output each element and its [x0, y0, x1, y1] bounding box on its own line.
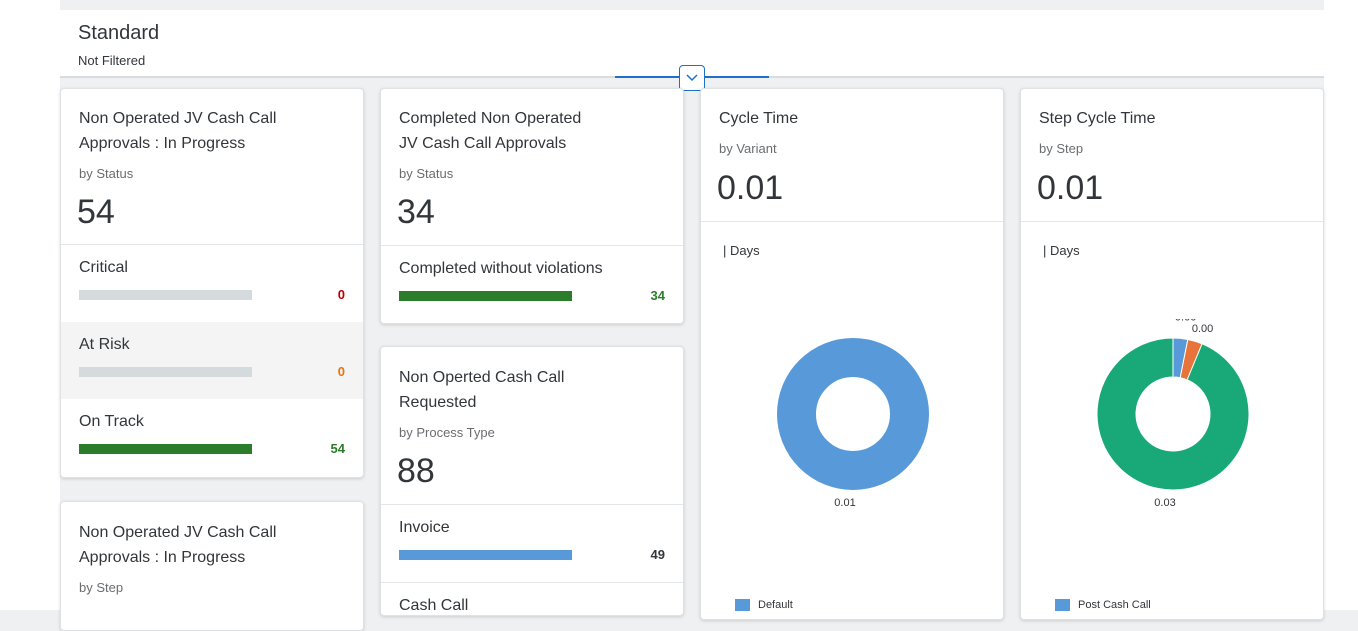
progress-track [399, 550, 572, 560]
card-subtitle: by Step [1039, 141, 1084, 156]
card-title-line-1: Non Operted Cash Call [399, 369, 565, 386]
card-title-line-2: Requested [399, 394, 477, 411]
card-subtitle: by Status [399, 166, 454, 181]
row-label: Invoice [399, 519, 450, 536]
collapse-line-left [615, 76, 679, 78]
row-label: Critical [79, 259, 128, 276]
card-title-line-2: Approvals : In Progress [79, 135, 246, 152]
progress-track [79, 290, 252, 300]
list-item-at-risk[interactable]: At Risk 0 [61, 322, 363, 399]
list-item-completed-without-violations[interactable]: Completed without violations 34 [381, 246, 683, 323]
row-label: Cash Call [399, 597, 469, 614]
row-value: 0 [337, 364, 345, 379]
legend-label: Post Cash Call [1078, 599, 1151, 611]
card-subtitle: by Variant [719, 141, 777, 156]
progress-track [79, 444, 252, 454]
list-item-on-track[interactable]: On Track 54 [61, 399, 363, 476]
card-cash-call-requested[interactable]: Non Operted Cash Call Requested by Proce… [380, 346, 684, 616]
collapse-header-button[interactable] [679, 65, 705, 91]
donut-slice[interactable] [777, 338, 929, 490]
card-title-line-1: Non Operated JV Cash Call [79, 524, 277, 541]
left-gutter [0, 0, 60, 610]
divider [1021, 221, 1323, 222]
card-subtitle: by Process Type [399, 425, 495, 440]
data-label: 0.03 [1154, 497, 1175, 509]
progress-track [79, 367, 252, 377]
card-subtitle: by Step [79, 580, 124, 595]
row-value: 34 [650, 288, 665, 303]
card-title: Step Cycle Time [1039, 110, 1156, 127]
progress-bar [399, 550, 572, 560]
donut-chart-step-cycle-time[interactable]: 0.000.000.03 [1053, 319, 1293, 519]
legend-swatch [735, 599, 750, 611]
data-label: 0.01 [834, 497, 855, 509]
row-value: 0 [337, 287, 345, 302]
card-title-line-2: Approvals : In Progress [79, 549, 246, 566]
row-value: 54 [330, 441, 345, 456]
filter-status: Not Filtered [78, 53, 146, 68]
row-label: At Risk [79, 336, 130, 353]
divider [701, 221, 1003, 222]
card-inprogress-by-status[interactable]: Non Operated JV Cash Call Approvals : In… [60, 88, 364, 478]
kpi-value: 34 [397, 193, 435, 231]
row-label: Completed without violations [399, 260, 603, 277]
card-step-cycle-time[interactable]: Step Cycle Time by Step 0.01 | Days 0.00… [1020, 88, 1324, 620]
data-label: 0.00 [1192, 323, 1213, 335]
kpi-value: 54 [77, 193, 115, 231]
card-title-line-1: Non Operated JV Cash Call [79, 110, 277, 127]
row-value: 49 [650, 547, 665, 562]
kpi-value: 0.01 [717, 169, 784, 207]
card-cycle-time[interactable]: Cycle Time by Variant 0.01 | Days 0.01 D… [700, 88, 1004, 620]
list-item-critical[interactable]: Critical 0 [61, 245, 363, 322]
collapse-line-right [705, 76, 769, 78]
donut-slice[interactable] [1096, 337, 1250, 491]
chart-legend: Post Cash Call [1055, 599, 1151, 611]
donut-chart-cycle-time[interactable]: 0.01 [733, 319, 973, 519]
card-subtitle: by Status [79, 166, 134, 181]
kpi-value: 0.01 [1037, 169, 1104, 207]
right-gutter [1324, 0, 1358, 610]
unit-label: | Days [1043, 243, 1080, 258]
progress-track [399, 291, 572, 301]
progress-bar [399, 291, 572, 301]
list-item-cash-call[interactable]: Cash Call [381, 583, 683, 615]
row-label: On Track [79, 413, 144, 430]
chevron-down-icon [686, 74, 698, 82]
legend-swatch [1055, 599, 1070, 611]
unit-label: | Days [723, 243, 760, 258]
card-title: Cycle Time [719, 110, 799, 127]
card-completed-approvals[interactable]: Completed Non Operated JV Cash Call Appr… [380, 88, 684, 324]
kpi-value: 88 [397, 452, 435, 490]
legend-label: Default [758, 599, 793, 611]
progress-bar [79, 444, 252, 454]
list-item-invoice[interactable]: Invoice 49 [381, 505, 683, 582]
card-title-line-1: Completed Non Operated [399, 110, 582, 127]
chart-legend: Default [735, 599, 793, 611]
card-title-line-2: JV Cash Call Approvals [399, 135, 567, 152]
variant-title[interactable]: Standard [78, 22, 159, 45]
card-inprogress-by-step[interactable]: Non Operated JV Cash Call Approvals : In… [60, 501, 364, 631]
